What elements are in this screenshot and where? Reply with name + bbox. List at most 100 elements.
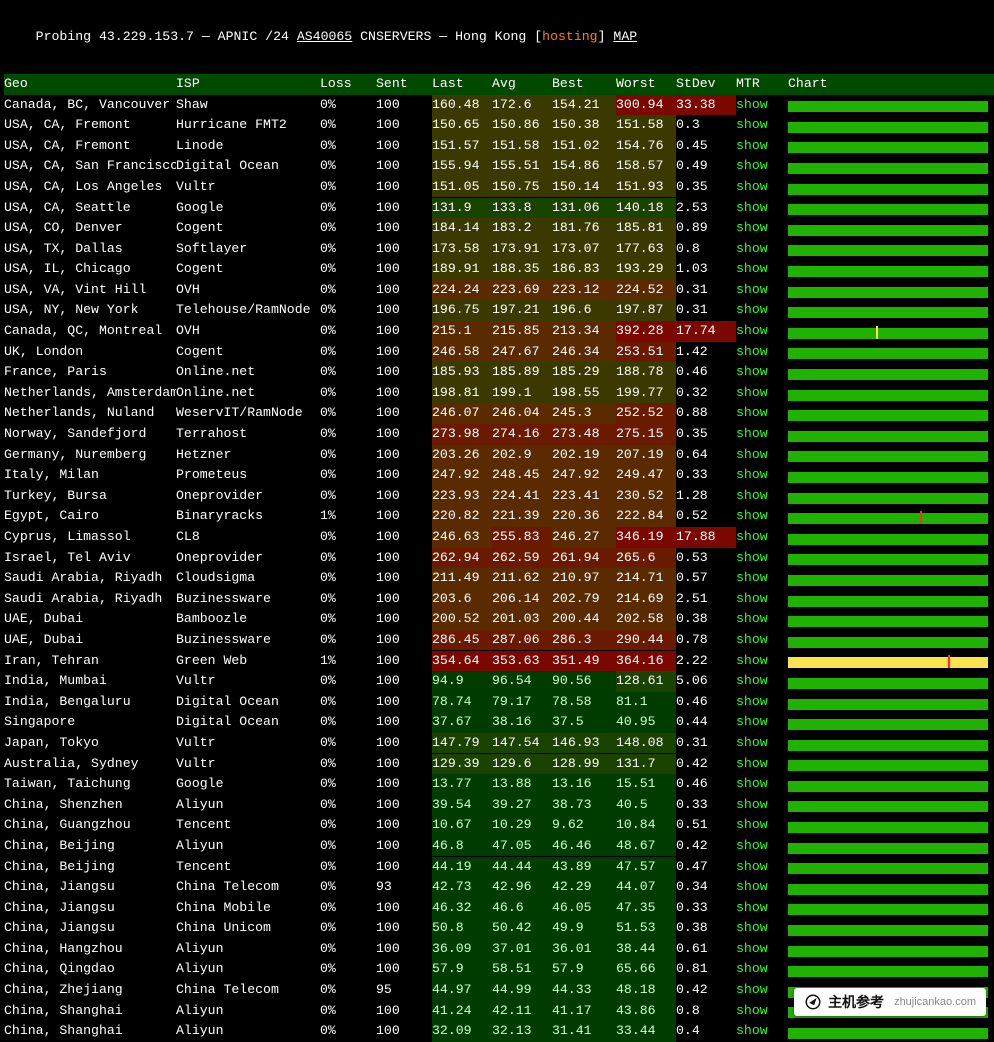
cell-stdev: 2.22 (676, 651, 736, 672)
cell-isp: Bamboozle (176, 609, 320, 630)
mtr-show-link[interactable]: show (736, 302, 768, 317)
mtr-show-link[interactable]: show (736, 632, 768, 647)
mtr-show-link[interactable]: show (736, 859, 768, 874)
mtr-show-link[interactable]: show (736, 838, 768, 853)
cell-loss: 0% (320, 362, 376, 383)
mtr-show-link[interactable]: show (736, 529, 768, 544)
mtr-show-link[interactable]: show (736, 611, 768, 626)
mtr-show-link[interactable]: show (736, 200, 768, 215)
mtr-show-link[interactable]: show (736, 1003, 768, 1018)
asn-link[interactable]: AS40065 (297, 29, 352, 44)
mtr-show-link[interactable]: show (736, 756, 768, 771)
mtr-show-link[interactable]: show (736, 920, 768, 935)
mtr-show-link[interactable]: show (736, 508, 768, 523)
mtr-show-link[interactable]: show (736, 158, 768, 173)
cell-avg: 129.6 (492, 754, 552, 775)
mtr-show-link[interactable]: show (736, 982, 768, 997)
cell-worst: 230.52 (616, 486, 676, 507)
col-avg[interactable]: Avg (492, 74, 552, 95)
col-last[interactable]: Last (432, 74, 492, 95)
cell-loss: 0% (320, 321, 376, 342)
map-link[interactable]: MAP (613, 29, 637, 44)
mtr-show-link[interactable]: show (736, 426, 768, 441)
col-isp[interactable]: ISP (176, 74, 320, 95)
mtr-show-link[interactable]: show (736, 488, 768, 503)
col-loss[interactable]: Loss (320, 74, 376, 95)
mtr-show-link[interactable]: show (736, 694, 768, 709)
mtr-show-link[interactable]: show (736, 138, 768, 153)
table-row: Canada, QC, MontrealOVH0%100215.1215.852… (4, 321, 994, 342)
cell-best: 44.33 (552, 980, 616, 1001)
cell-avg: 172.6 (492, 95, 552, 116)
col-worst[interactable]: Worst (616, 74, 676, 95)
mtr-show-link[interactable]: show (736, 797, 768, 812)
mtr-show-link[interactable]: show (736, 673, 768, 688)
cell-mtr: show (736, 218, 788, 239)
cell-isp: China Mobile (176, 898, 320, 919)
hdr-prefix: Probing (36, 29, 99, 44)
mtr-show-link[interactable]: show (736, 241, 768, 256)
mtr-show-link[interactable]: show (736, 261, 768, 276)
cell-stdev: 0.53 (676, 548, 736, 569)
table-row: USA, CA, Los AngelesVultr0%100151.05150.… (4, 177, 994, 198)
cell-isp: Tencent (176, 857, 320, 878)
mtr-show-link[interactable]: show (736, 385, 768, 400)
mtr-show-link[interactable]: show (736, 282, 768, 297)
col-best[interactable]: Best (552, 74, 616, 95)
mtr-show-link[interactable]: show (736, 344, 768, 359)
cell-loss: 0% (320, 692, 376, 713)
col-mtr[interactable]: MTR (736, 74, 788, 95)
mtr-show-link[interactable]: show (736, 714, 768, 729)
mtr-show-link[interactable]: show (736, 961, 768, 976)
col-stdev[interactable]: StDev (676, 74, 736, 95)
mtr-show-link[interactable]: show (736, 550, 768, 565)
mtr-show-link[interactable]: show (736, 653, 768, 668)
mtr-show-link[interactable]: show (736, 570, 768, 585)
mtr-show-link[interactable]: show (736, 117, 768, 132)
mtr-show-link[interactable]: show (736, 591, 768, 606)
cell-loss: 0% (320, 980, 376, 1001)
table-row: China, ShanghaiAliyun0%10032.0932.1331.4… (4, 1021, 994, 1042)
mtr-show-link[interactable]: show (736, 97, 768, 112)
cell-chart (788, 283, 994, 298)
cell-sent: 100 (376, 280, 432, 301)
table-row: China, BeijingTencent0%10044.1944.4443.8… (4, 856, 994, 877)
mtr-show-link[interactable]: show (736, 879, 768, 894)
mtr-show-link[interactable]: show (736, 220, 768, 235)
cell-avg: 147.54 (492, 733, 552, 754)
chart-bar (788, 348, 988, 359)
cell-sent: 100 (376, 300, 432, 321)
col-geo[interactable]: Geo (4, 74, 176, 95)
cell-last: 203.26 (432, 445, 492, 466)
mtr-show-link[interactable]: show (736, 467, 768, 482)
table-row: Israel, Tel AvivOneprovider0%100262.9426… (4, 548, 994, 569)
mtr-show-link[interactable]: show (736, 447, 768, 462)
mtr-show-link[interactable]: show (736, 900, 768, 915)
table-row: UAE, DubaiBamboozle0%100200.52201.03200.… (4, 609, 994, 630)
cell-last: 36.09 (432, 939, 492, 960)
mtr-show-link[interactable]: show (736, 405, 768, 420)
mtr-show-link[interactable]: show (736, 323, 768, 338)
chart-bar (788, 307, 988, 318)
col-sent[interactable]: Sent (376, 74, 432, 95)
chart-bar (788, 575, 988, 586)
cell-last: 37.67 (432, 712, 492, 733)
chart-bar (788, 472, 988, 483)
cell-worst: 154.76 (616, 136, 676, 157)
cell-geo: Netherlands, Amsterdam (4, 383, 176, 404)
mtr-show-link[interactable]: show (736, 179, 768, 194)
cell-geo: Cyprus, Limassol (4, 527, 176, 548)
cell-loss: 0% (320, 239, 376, 260)
mtr-show-link[interactable]: show (736, 817, 768, 832)
mtr-show-link[interactable]: show (736, 735, 768, 750)
probe-header: Probing 43.229.153.7 — APNIC /24 AS40065… (4, 6, 994, 68)
mtr-show-link[interactable]: show (736, 1023, 768, 1038)
mtr-show-link[interactable]: show (736, 364, 768, 379)
cell-stdev: 0.38 (676, 918, 736, 939)
cell-sent: 95 (376, 980, 432, 1001)
cell-loss: 0% (320, 486, 376, 507)
mtr-show-link[interactable]: show (736, 941, 768, 956)
mtr-show-link[interactable]: show (736, 776, 768, 791)
chart-bar (788, 699, 988, 710)
cell-stdev: 0.51 (676, 815, 736, 836)
